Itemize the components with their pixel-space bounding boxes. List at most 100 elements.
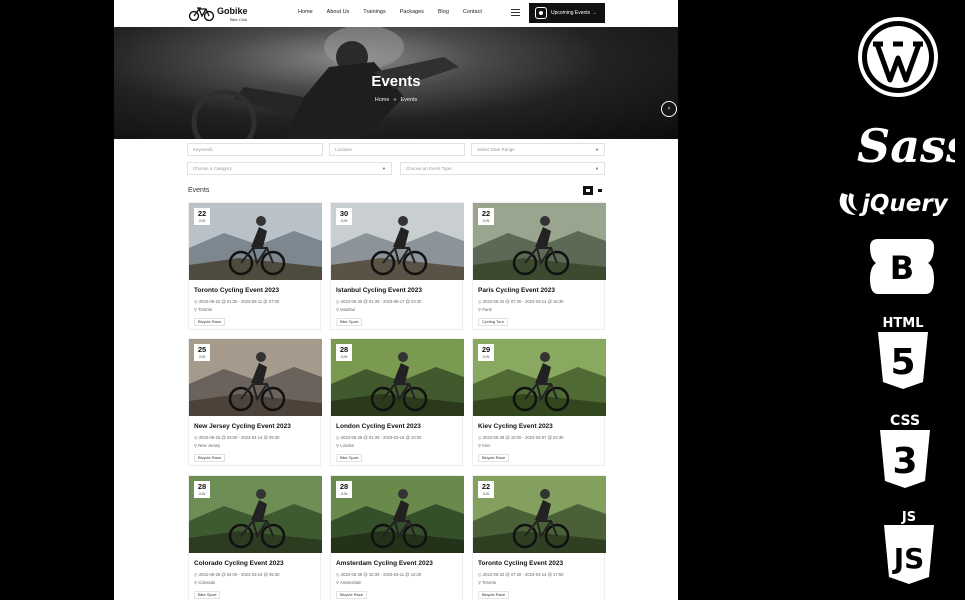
event-category-tag[interactable]: Cycling Tour xyxy=(478,318,508,326)
event-dates: ◷ 2022-06-25 @ 03:00 - 2023-04-14 @ 05:3… xyxy=(194,435,280,440)
event-category-tag[interactable]: Bike Sport xyxy=(336,318,363,326)
event-day: 25 xyxy=(197,345,207,354)
date-badge: 28 JUN xyxy=(194,481,210,498)
date-badge: 22 JUN xyxy=(478,481,494,498)
keywords-input[interactable]: Keywords xyxy=(187,143,323,156)
grid-view-button[interactable] xyxy=(583,186,593,195)
event-photo[interactable]: 22 JUN xyxy=(473,203,606,280)
sass-icon: Sass xyxy=(857,119,955,173)
arrow-up-icon: ˄ xyxy=(667,106,671,112)
chevron-down-icon: ▼ xyxy=(382,166,386,171)
event-type-select[interactable]: Choose an Event Type ▼ xyxy=(400,162,605,175)
upcoming-events-button[interactable]: Upcoming Events → xyxy=(529,3,605,23)
event-card[interactable]: 28 JUN London Cycling Event 2023 ◷ 2022-06-… xyxy=(330,338,464,466)
date-range-placeholder: Select Date Range xyxy=(477,147,515,152)
event-card[interactable]: 22 JUN Paris Cycling Event 2023 ◷ 2022-06-2… xyxy=(472,202,606,330)
promo-canvas: Gobike Bike Club Home About Us Trainings… xyxy=(0,0,965,600)
jquery-wordmark: jQuery xyxy=(859,191,949,217)
event-photo[interactable]: 22 JUN xyxy=(189,203,322,280)
event-location-text: Paris xyxy=(482,307,492,312)
bicycle-icon xyxy=(188,7,215,21)
event-dates-text: 2022-06-25 @ 03:00 - 2023-04-14 @ 05:30 xyxy=(198,435,280,440)
event-card[interactable]: 28 JUN Colorado Cycling Event 2023 ◷ 2022-0… xyxy=(188,475,322,600)
list-view-button[interactable] xyxy=(595,186,605,195)
breadcrumb-separator: » xyxy=(393,97,397,103)
scroll-top-button[interactable]: ˄ xyxy=(661,101,677,117)
event-month: JUN xyxy=(340,219,348,223)
event-location-text: Istanbul xyxy=(340,307,355,312)
event-photo[interactable]: 28 JUN xyxy=(189,476,322,553)
event-photo[interactable]: 22 JUN xyxy=(473,476,606,553)
helmet-icon xyxy=(535,7,547,19)
date-badge: 22 JUN xyxy=(194,208,210,225)
event-category-tag[interactable]: Bicycle Race xyxy=(478,454,510,462)
event-location-text: Toronto xyxy=(198,307,213,312)
bootstrap-icon: B xyxy=(870,239,934,294)
jquery-icon: jQuery xyxy=(839,191,949,217)
bootstrap-letter: B xyxy=(890,249,914,287)
category-select[interactable]: Choose a Category ▼ xyxy=(187,162,392,175)
event-card[interactable]: 29 JUN Kiev Cycling Event 2023 ◷ 2022-06-29… xyxy=(472,338,606,466)
hamburger-menu-icon[interactable] xyxy=(511,9,520,16)
breadcrumb-current: Events xyxy=(400,97,418,103)
chevron-down-icon: ▼ xyxy=(595,166,599,171)
event-photo[interactable]: 28 JUN xyxy=(331,476,464,553)
event-photo[interactable]: 28 JUN xyxy=(331,339,464,416)
event-photo[interactable]: 25 JUN xyxy=(189,339,322,416)
event-month: JUN xyxy=(340,355,348,359)
event-category-tag[interactable]: Bike Sport xyxy=(194,591,221,599)
upcoming-events-label: Upcoming Events → xyxy=(551,10,597,16)
event-card[interactable]: 28 JUN Amsterdam Cycling Event 2023 ◷ 2022-… xyxy=(330,475,464,600)
event-category-tag[interactable]: Bicycle Race xyxy=(194,318,226,326)
css3-icon: CSS 3 xyxy=(880,413,930,488)
events-section-label: Events xyxy=(188,187,210,194)
event-dates: ◷ 2022-06-22 @ 01:30 - 2023-08-11 @ 07:0… xyxy=(194,299,279,304)
nav-about[interactable]: About Us xyxy=(327,9,350,15)
site-logo[interactable]: Gobike Bike Club xyxy=(188,4,252,24)
nav-blog[interactable]: Blog xyxy=(438,9,449,15)
event-category-tag[interactable]: Bicycle Race xyxy=(336,591,368,599)
nav-trainings[interactable]: Trainings xyxy=(363,9,385,15)
event-card[interactable]: 22 JUN Toronto Cycling Event 2023 ◷ 2022-06… xyxy=(472,475,606,600)
date-badge: 22 JUN xyxy=(478,208,494,225)
event-dates-text: 2022-06-22 @ 07:30 - 2023-04-14 @ 17:50 xyxy=(482,572,564,577)
js-label: JS xyxy=(901,510,916,525)
chevron-down-icon: ▼ xyxy=(595,147,599,152)
event-card[interactable]: 30 JUN Istanbul Cycling Event 2023 ◷ 2022-0… xyxy=(330,202,464,330)
event-dates-text: 2022-06-29 @ 10:00 - 2023-04-07 @ 04:30 xyxy=(482,435,564,440)
event-location: ⚲ Toronto xyxy=(194,307,212,312)
event-photo[interactable]: 30 JUN xyxy=(331,203,464,280)
date-badge: 29 JUN xyxy=(478,344,494,361)
event-title[interactable]: Toronto Cycling Event 2023 xyxy=(478,560,563,567)
event-location: ⚲ New Jersey xyxy=(194,443,220,448)
event-location-text: Amsterdam xyxy=(340,580,362,585)
event-title[interactable]: London Cycling Event 2023 xyxy=(336,423,421,430)
date-range-select[interactable]: Select Date Range ▼ xyxy=(471,143,605,156)
location-input[interactable]: Location xyxy=(329,143,465,156)
event-dates-text: 2022-06-22 @ 01:30 - 2023-08-11 @ 07:00 xyxy=(198,299,280,304)
event-day: 30 xyxy=(339,209,349,218)
event-category-tag[interactable]: Bike Sport xyxy=(336,454,363,462)
wordpress-icon xyxy=(858,17,938,97)
event-location-text: London xyxy=(340,443,355,448)
event-title[interactable]: Kiev Cycling Event 2023 xyxy=(478,423,553,430)
event-title[interactable]: New Jersey Cycling Event 2023 xyxy=(194,423,291,430)
event-day: 29 xyxy=(481,345,491,354)
event-title[interactable]: Colorado Cycling Event 2023 xyxy=(194,560,284,567)
nav-home[interactable]: Home xyxy=(298,9,313,15)
event-title[interactable]: Amsterdam Cycling Event 2023 xyxy=(336,560,433,567)
event-card[interactable]: 22 JUN Toronto Cycling Event 2023 ◷ 2022-06… xyxy=(188,202,322,330)
event-title[interactable]: Paris Cycling Event 2023 xyxy=(478,287,555,294)
event-card[interactable]: 25 JUN New Jersey Cycling Event 2023 ◷ 2022… xyxy=(188,338,322,466)
event-category-tag[interactable]: Bicycle Race xyxy=(478,591,510,599)
event-location-text: Kiev xyxy=(482,443,491,448)
event-photo[interactable]: 29 JUN xyxy=(473,339,606,416)
event-title[interactable]: Toronto Cycling Event 2023 xyxy=(194,287,279,294)
event-category-tag[interactable]: Bicycle Race xyxy=(194,454,226,462)
nav-contact[interactable]: Contact xyxy=(463,9,482,15)
breadcrumb-home[interactable]: Home xyxy=(375,97,390,103)
event-title[interactable]: Istanbul Cycling Event 2023 xyxy=(336,287,422,294)
nav-packages[interactable]: Packages xyxy=(400,9,424,15)
date-badge: 30 JUN xyxy=(336,208,352,225)
event-dates: ◷ 2022-06-28 @ 10:30 - 2023-03-11 @ 10:3… xyxy=(336,572,421,577)
